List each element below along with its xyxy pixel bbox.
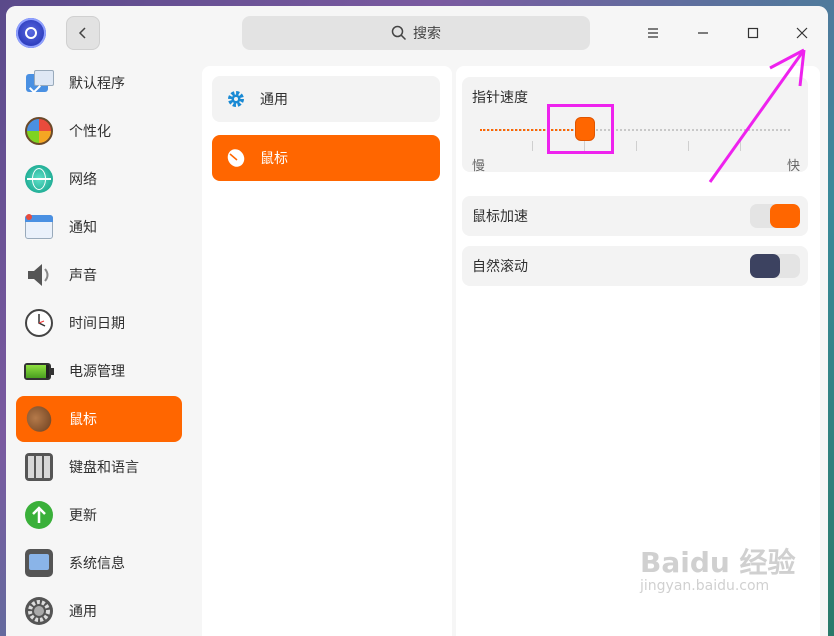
sound-icon — [24, 260, 54, 290]
sidebar-item-network[interactable]: 网络 — [16, 156, 182, 202]
sidebar-item-label: 默认程序 — [69, 76, 125, 92]
notification-icon — [24, 212, 54, 242]
close-icon — [796, 27, 808, 39]
submenu-panel: 通用 鼠标 — [202, 66, 452, 636]
sidebar-item-label: 时间日期 — [69, 316, 125, 332]
watermark-logo: Baidu 经验 jingyan.baidu.com — [640, 546, 796, 595]
search-placeholder: 搜索 — [413, 26, 441, 42]
sidebar-item-datetime[interactable]: 时间日期 — [16, 300, 182, 346]
sidebar-item-label: 系统信息 — [69, 556, 125, 572]
battery-icon — [24, 356, 54, 386]
default-apps-icon — [24, 68, 54, 98]
personalization-icon — [24, 116, 54, 146]
sidebar-item-power[interactable]: 电源管理 — [16, 348, 182, 394]
mouse-icon — [22, 401, 56, 437]
keyboard-icon — [24, 452, 54, 482]
minimize-icon — [698, 32, 708, 34]
sidebar-item-label: 电源管理 — [69, 364, 125, 380]
chevron-left-icon — [78, 27, 86, 39]
sidebar-item-notification[interactable]: 通知 — [16, 204, 182, 250]
natural-scrolling-label: 自然滚动 — [472, 259, 528, 275]
sidebar-item-label: 更新 — [69, 508, 97, 524]
sidebar-item-label: 通用 — [69, 604, 97, 620]
toggle-knob — [750, 254, 780, 278]
slider-tick — [688, 141, 689, 151]
general-icon — [24, 596, 54, 626]
slider-tick — [532, 141, 533, 151]
sidebar: 默认程序 个性化 网络 通知 声音 时间日期 电源管理 鼠标 键盘和语言 更新 … — [6, 58, 194, 636]
back-button[interactable] — [66, 16, 100, 50]
submenu-item-general[interactable]: 通用 — [212, 76, 440, 122]
sidebar-item-default-apps[interactable]: 默认程序 — [16, 60, 182, 106]
natural-scrolling-toggle[interactable] — [750, 254, 800, 278]
submenu-label: 鼠标 — [260, 151, 288, 167]
clock-icon — [24, 308, 54, 338]
mouse-icon — [227, 149, 245, 167]
slider-tick — [636, 141, 637, 151]
mouse-acceleration-label: 鼠标加速 — [472, 209, 528, 225]
sidebar-item-label: 声音 — [69, 268, 97, 284]
sidebar-item-personalization[interactable]: 个性化 — [16, 108, 182, 154]
sidebar-item-keyboard[interactable]: 键盘和语言 — [16, 444, 182, 490]
sidebar-item-system-info[interactable]: 系统信息 — [16, 540, 182, 586]
sidebar-item-label: 通知 — [69, 220, 97, 236]
pointer-speed-label: 指针速度 — [472, 90, 528, 106]
update-icon — [24, 500, 54, 530]
natural-scrolling-row: 自然滚动 — [462, 246, 808, 286]
submenu-label: 通用 — [260, 92, 288, 108]
annotation-arrow-icon — [708, 48, 806, 183]
toggle-knob — [770, 204, 800, 228]
sidebar-item-label: 鼠标 — [69, 412, 97, 428]
slow-label: 慢 — [472, 159, 486, 174]
search-icon — [391, 25, 407, 41]
sidebar-item-update[interactable]: 更新 — [16, 492, 182, 538]
sidebar-item-label: 个性化 — [69, 124, 111, 140]
control-center-logo-icon — [16, 18, 46, 48]
sidebar-item-label: 键盘和语言 — [69, 460, 139, 476]
system-info-icon — [24, 548, 54, 578]
sidebar-item-mouse[interactable]: 鼠标 — [16, 396, 182, 442]
sidebar-item-label: 网络 — [69, 172, 97, 188]
sidebar-item-sound[interactable]: 声音 — [16, 252, 182, 298]
submenu-item-mouse[interactable]: 鼠标 — [212, 135, 440, 181]
gear-icon — [228, 91, 244, 107]
mouse-acceleration-row: 鼠标加速 — [462, 196, 808, 236]
mouse-acceleration-toggle[interactable] — [750, 204, 800, 228]
menu-button[interactable] — [640, 20, 666, 46]
sidebar-item-general[interactable]: 通用 — [16, 588, 182, 634]
maximize-icon — [747, 27, 759, 39]
menu-icon — [648, 28, 658, 38]
search-input[interactable]: 搜索 — [242, 16, 590, 50]
network-icon — [24, 164, 54, 194]
annotation-highlight-box — [547, 104, 614, 154]
